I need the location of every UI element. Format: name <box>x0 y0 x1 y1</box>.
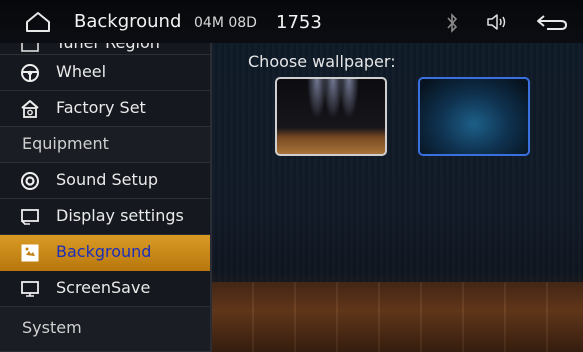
sidebar-item-label: Factory Set <box>56 98 146 117</box>
background-icon <box>20 243 40 263</box>
car-settings-screen: Background 04M 08D 1753 Wheel Factory Se… <box>0 0 583 352</box>
monitor-icon <box>20 207 40 227</box>
monitor-icon <box>20 279 40 299</box>
section-label: Equipment <box>22 134 109 153</box>
volume-icon[interactable] <box>486 12 508 32</box>
time-readout: 1753 <box>276 12 322 33</box>
radio-icon <box>20 43 40 55</box>
sidebar-item-label: Wheel <box>56 62 107 81</box>
sidebar-item-sound-setup[interactable]: Sound Setup <box>0 163 210 199</box>
sidebar-item-label: Sound Setup <box>56 170 159 189</box>
section-header-equipment: Equipment <box>0 127 210 163</box>
back-icon[interactable] <box>535 12 569 32</box>
date-readout: 04M 08D <box>194 15 257 31</box>
sidebar-item-tuner-region[interactable]: Tuner Region <box>0 43 210 55</box>
blue-wallpaper-thumbnail[interactable] <box>418 77 530 156</box>
sidebar-item-label: Display settings <box>56 206 184 225</box>
sidebar-item-display-settings[interactable]: Display settings <box>0 199 210 235</box>
home-icon[interactable] <box>24 10 52 34</box>
settings-sidebar: Tuner Region Wheel Factory Set <box>0 43 212 352</box>
choose-wallpaper-label: Choose wallpaper: <box>248 52 396 71</box>
bluetooth-icon[interactable] <box>445 12 459 34</box>
sidebar-item-label: Tuner Region <box>56 43 160 52</box>
steering-wheel-icon <box>20 63 40 83</box>
sidebar-item-label: ScreenSave <box>56 278 151 297</box>
sidebar-item-background[interactable]: Background <box>0 235 210 271</box>
sidebar-item-factory-set[interactable]: Factory Set <box>0 91 210 127</box>
wallpaper-panel: Choose wallpaper: <box>212 43 583 352</box>
sidebar-item-screensave[interactable]: ScreenSave <box>0 271 210 307</box>
page-title: Background <box>74 11 182 32</box>
top-bar: Background 04M 08D 1753 <box>0 0 583 43</box>
speaker-icon <box>20 171 40 191</box>
factory-icon <box>20 99 40 119</box>
section-header-system: System <box>0 307 210 352</box>
wood-floor <box>212 282 583 352</box>
sidebar-item-wheel[interactable]: Wheel <box>0 55 210 91</box>
sidebar-item-label: Background <box>56 242 152 261</box>
spotlight <box>339 79 359 119</box>
stage-wallpaper-thumbnail[interactable] <box>275 77 387 156</box>
section-label: System <box>22 318 82 337</box>
